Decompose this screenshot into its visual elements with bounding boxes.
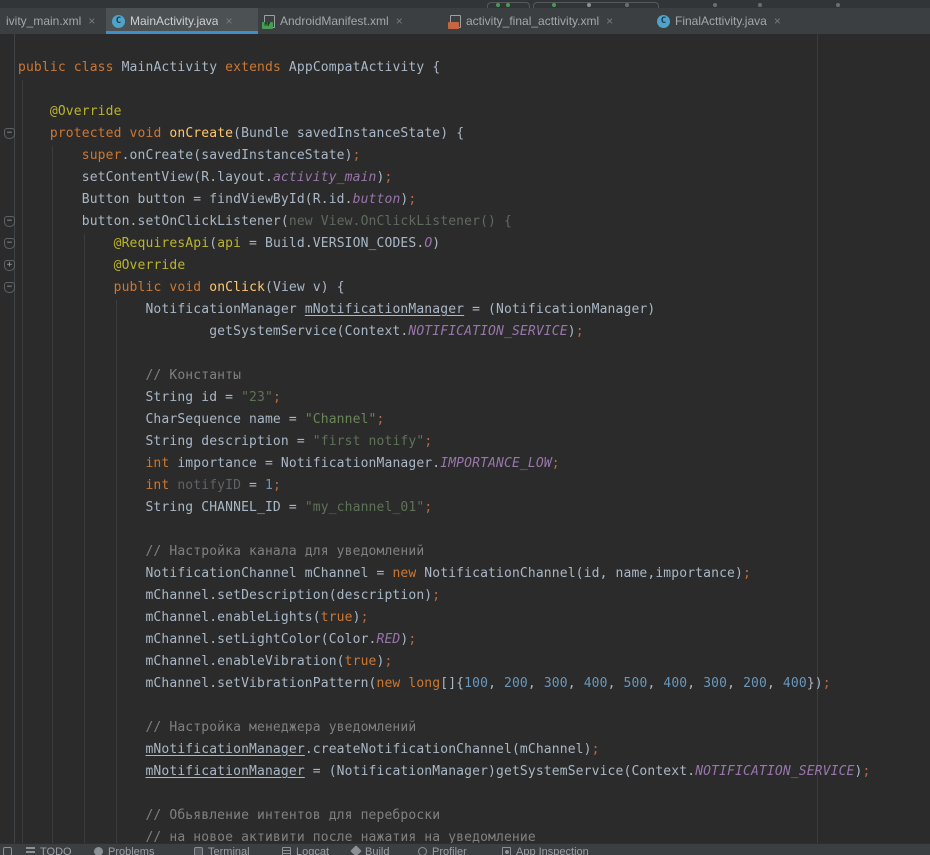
todo-icon [26,847,35,855]
toolbar-icon[interactable] [758,3,762,7]
file-type-badge [448,22,459,29]
tool-window-button-logcat[interactable]: Logcat [282,846,329,855]
code-line: public class MainActivity extends AppCom… [18,57,440,79]
tool-window-button-terminal[interactable]: Terminal [194,846,250,855]
code-line: @Override [18,255,185,277]
code-line: setContentView(R.layout.activity_main); [18,167,392,189]
tab-activity-final-acttivity-xml[interactable]: activity_final_acttivity.xml × [444,8,651,34]
code-line: int notifyID = 1; [18,475,281,497]
manifest-file-icon: MF [264,15,275,28]
code-line: mChannel.setVibrationPattern(new long[]{… [18,673,831,695]
code-line: mChannel.setDescription(description); [18,585,440,607]
profiler-icon [418,847,427,855]
tab-mainactivity-java[interactable]: C MainActivity.java × [106,8,258,34]
close-icon[interactable]: × [396,14,403,28]
terminal-icon [194,847,203,855]
code-line: CharSequence name = "Channel"; [18,409,384,431]
profile-icon[interactable] [552,3,556,7]
ide-window: ivity_main.xml × C MainActivity.java × MF Andr… [0,0,930,855]
logcat-icon [282,847,291,855]
close-icon[interactable]: × [225,14,232,28]
code-line: @Override [18,101,122,123]
tool-window-button-app-inspection[interactable]: App Inspection [502,846,589,855]
close-icon[interactable]: × [88,14,95,28]
code-line: // Обьявление интентов для переброски [18,805,440,827]
code-line: mChannel.enableLights(true); [18,607,369,629]
code-line: button.setOnClickListener(new View.OnCli… [18,211,512,233]
fold-icon[interactable]: − [4,216,15,227]
window-corner-button[interactable] [3,846,12,855]
app-inspection-icon [502,847,511,855]
code-line: // Настройка канала для уведомлений [18,541,424,563]
tab-ivity-main-xml[interactable]: ivity_main.xml × [0,8,106,34]
tool-window-label: Profiler [432,846,467,855]
code-line: mNotificationManager = (NotificationMana… [18,761,870,783]
code-line: getSystemService(Context.NOTIFICATION_SE… [18,321,584,343]
java-class-icon: C [112,15,125,28]
tool-window-bar: TODO Problems Terminal Logcat Build Profiler A… [0,843,930,855]
code-line: String id = "23"; [18,387,281,409]
problems-icon [94,847,103,855]
code-line: mChannel.enableVibration(true); [18,651,392,673]
tab-label: MainActivity.java [130,14,218,28]
unfold-icon[interactable]: + [4,260,15,271]
tool-windows-icon [3,847,12,855]
code-line: // Настройка менеджера уведомлений [18,717,416,739]
fold-icon[interactable]: − [4,282,15,293]
tool-window-label: Logcat [296,846,329,855]
code-line: String CHANNEL_ID = "my_channel_01"; [18,497,432,519]
tab-label: AndroidManifest.xml [280,14,389,28]
tab-label: ivity_main.xml [6,14,81,28]
code-line: int importance = NotificationManager.IMP… [18,453,560,475]
code-line: NotificationManager mNotificationManager… [18,299,655,321]
tab-finalacttivity-java[interactable]: C FinalActtivity.java × [651,8,793,34]
toolbar-icon[interactable] [836,3,840,7]
code-line: // Константы [18,365,241,387]
tool-window-label: Build [365,846,389,855]
toolbar-icon[interactable] [587,3,591,7]
tool-window-label: TODO [40,846,72,855]
code-line: mChannel.setLightColor(Color.RED); [18,629,416,651]
code-line: Button button = findViewById(R.id.button… [18,189,416,211]
top-toolbar-strip [0,0,930,8]
code-line: mNotificationManager.createNotificationC… [18,739,600,761]
right-margin-guide [817,34,818,843]
code-line: String description = "first notify"; [18,431,432,453]
tool-window-button-build[interactable]: Build [352,846,389,855]
tool-window-button-profiler[interactable]: Profiler [418,846,467,855]
xml-file-icon [450,15,461,28]
code-line: NotificationChannel mChannel = new Notif… [18,563,751,585]
tab-label: FinalActtivity.java [675,14,767,28]
tool-window-button-todo[interactable]: TODO [26,846,72,855]
toolbar-icon[interactable] [625,3,629,7]
close-icon[interactable]: × [774,14,781,28]
fold-icon[interactable]: − [4,238,15,249]
build-icon [350,845,361,855]
code-line: public void onClick(View v) { [18,277,345,299]
code-line: // на новое активити после нажатия на ув… [18,827,536,843]
tool-window-button-problems[interactable]: Problems [94,846,154,855]
tab-label: activity_final_acttivity.xml [466,14,599,28]
debug-icon[interactable] [506,3,510,7]
gutter-separator [14,34,15,843]
fold-icon[interactable]: − [4,128,15,139]
tool-window-label: App Inspection [516,846,589,855]
toolbar-icon[interactable] [713,3,717,7]
tool-window-label: Terminal [208,846,250,855]
code-editor[interactable]: public class MainActivity extends AppCom… [0,34,930,843]
tab-androidmanifest-xml[interactable]: MF AndroidManifest.xml × [258,8,444,34]
run-icon[interactable] [496,3,500,7]
tool-window-label: Problems [108,846,154,855]
close-icon[interactable]: × [606,14,613,28]
code-line: @RequiresApi(api = Build.VERSION_CODES.O… [18,233,440,255]
file-type-badge: MF [262,22,273,29]
java-class-icon: C [657,15,670,28]
code-line: super.onCreate(savedInstanceState); [18,145,361,167]
code-line: protected void onCreate(Bundle savedInst… [18,123,464,145]
editor-tab-bar: ivity_main.xml × C MainActivity.java × MF Andr… [0,8,930,34]
